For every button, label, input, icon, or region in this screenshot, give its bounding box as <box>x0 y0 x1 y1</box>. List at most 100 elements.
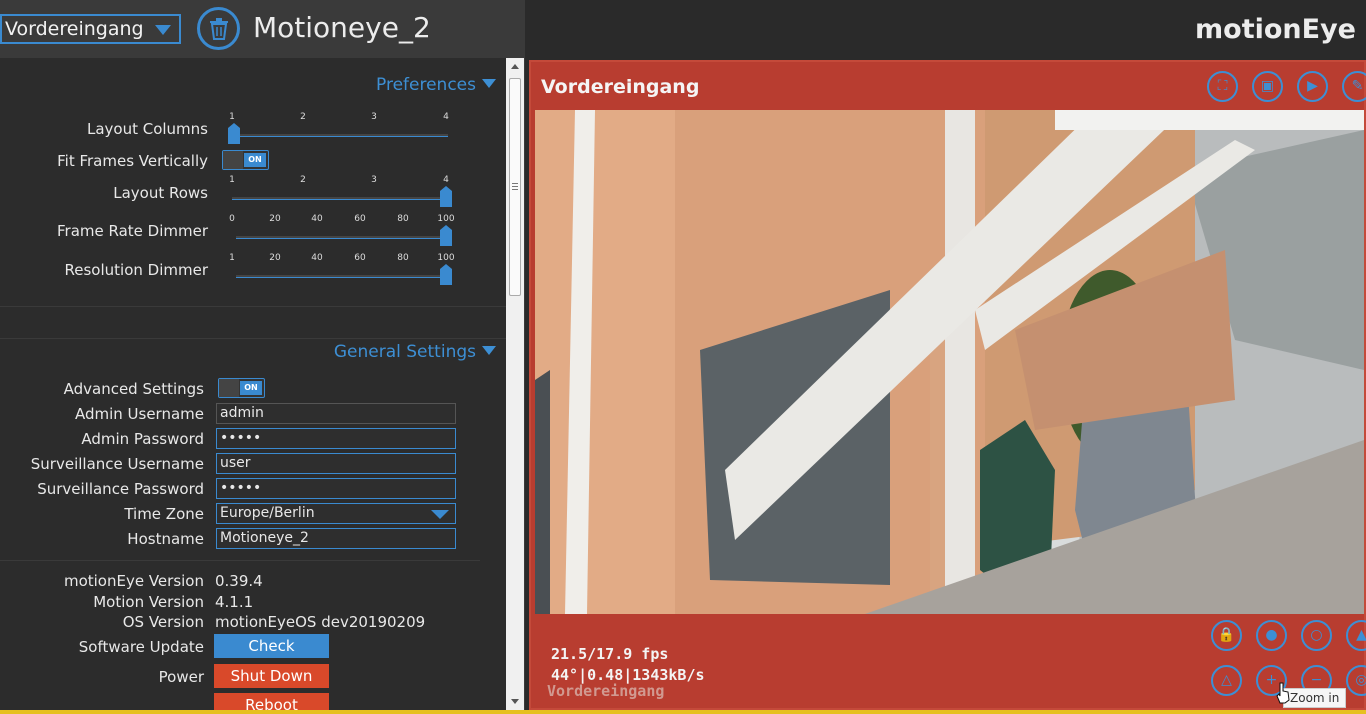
fullscreen-button[interactable]: ⛶ <box>1207 71 1238 102</box>
admin-password-input[interactable]: ••••• <box>216 428 456 449</box>
general-settings-title: General Settings <box>333 342 476 362</box>
layout-columns-slider-handle[interactable] <box>228 123 240 144</box>
motioneye-version-value: 0.39.4 <box>215 572 263 590</box>
admin-username-input[interactable]: admin <box>216 403 456 424</box>
preset-icon: ◎ <box>1355 672 1366 688</box>
surveillance-username-input[interactable]: user <box>216 453 456 474</box>
tick-label: 0 <box>229 214 235 224</box>
resolution-dimmer-label: Resolution Dimmer <box>64 261 208 279</box>
tick-label: 2 <box>300 112 306 122</box>
motioneye-app: Vordereingang Motioneye_2 Preferences La… <box>0 0 1366 714</box>
scroll-down-icon[interactable] <box>511 699 519 704</box>
camera-select-value: Vordereingang <box>5 18 144 40</box>
camera-scene <box>535 110 1364 614</box>
preferences-title: Preferences <box>376 75 476 95</box>
alarm-off-button[interactable]: △ <box>1211 665 1242 696</box>
fit-frames-vertically-toggle[interactable]: ON <box>222 150 269 170</box>
left-header: Vordereingang Motioneye_2 <box>0 0 525 58</box>
frame-rate-dimmer-slider-handle[interactable] <box>440 225 452 246</box>
section-divider <box>0 338 506 339</box>
chevron-down-icon <box>431 510 449 519</box>
layout-columns-ticks: 1 2 3 4 <box>229 112 449 124</box>
motion-version-label: Motion Version <box>93 593 204 611</box>
fps-text: 21.5/17.9 fps <box>551 645 669 663</box>
advanced-settings-toggle[interactable]: ON <box>218 378 265 398</box>
lock-icon: 🔒 <box>1217 627 1236 643</box>
frame-rate-dimmer-slider-track[interactable] <box>236 236 448 239</box>
tick-label: 1 <box>229 253 235 263</box>
light-off-icon: ○ <box>1310 627 1323 643</box>
alarm-button[interactable]: ▲ <box>1346 620 1366 651</box>
light-off-button[interactable]: ○ <box>1301 620 1332 651</box>
section-divider <box>0 560 480 561</box>
light-on-icon: ● <box>1265 627 1278 643</box>
surveillance-password-input[interactable]: ••••• <box>216 478 456 499</box>
toggle-on-label: ON <box>244 153 266 167</box>
toggle-on-label: ON <box>240 381 262 395</box>
time-zone-value: Europe/Berlin <box>220 505 315 521</box>
resolution-dimmer-slider-track[interactable] <box>236 275 448 278</box>
scroll-up-icon[interactable] <box>511 64 519 69</box>
configure-button[interactable]: ✎ <box>1342 71 1366 102</box>
time-zone-label: Time Zone <box>124 505 204 523</box>
caret-down-icon <box>482 346 496 355</box>
layout-rows-slider-handle[interactable] <box>440 186 452 207</box>
caret-down-icon <box>482 79 496 88</box>
motioneye-version-label: motionEye Version <box>63 572 204 590</box>
preset-button[interactable]: ◎ <box>1346 665 1366 696</box>
tick-label: 1 <box>229 112 235 122</box>
pictures-button[interactable]: ▣ <box>1252 71 1283 102</box>
admin-password-label: Admin Password <box>81 430 204 448</box>
grip-icon <box>512 183 518 184</box>
alarm-off-icon: △ <box>1221 672 1232 688</box>
hand-cursor-icon <box>1276 682 1290 704</box>
tick-label: 80 <box>397 253 409 263</box>
tooltip: Zoom in <box>1283 688 1347 708</box>
delete-camera-button[interactable] <box>197 7 240 50</box>
camera-select[interactable]: Vordereingang <box>0 14 181 44</box>
os-version-label: OS Version <box>122 613 204 631</box>
play-icon: ▶ <box>1307 78 1318 94</box>
section-divider <box>0 306 506 307</box>
layout-rows-ticks: 1 2 3 4 <box>229 175 449 187</box>
camera-frame-title: Vordereingang <box>541 76 700 98</box>
settings-scrollbar[interactable] <box>506 58 524 710</box>
check-update-button[interactable]: Check <box>214 634 329 658</box>
tick-label: 60 <box>354 214 366 224</box>
camera-image[interactable] <box>535 110 1364 614</box>
camera-frame: Vordereingang ⛶ ▣ ▶ ✎ 21.5/17.9 fps 44°|… <box>529 60 1366 710</box>
shutdown-button[interactable]: Shut Down <box>214 664 329 688</box>
reboot-button[interactable]: Reboot <box>214 693 329 710</box>
resolution-dimmer-slider-handle[interactable] <box>440 264 452 285</box>
camera-overlay-stats: 21.5/17.9 fps 44°|0.48|1343kB/s <box>551 644 705 686</box>
surveillance-password-label: Surveillance Password <box>37 480 204 498</box>
layout-rows-slider-track[interactable] <box>232 197 448 200</box>
preferences-section-header[interactable]: Preferences <box>376 75 496 95</box>
tick-label: 3 <box>371 112 377 122</box>
general-settings-section-header[interactable]: General Settings <box>334 342 496 362</box>
lock-button[interactable]: 🔒 <box>1211 620 1242 651</box>
surveillance-username-label: Surveillance Username <box>30 455 204 473</box>
tick-label: 100 <box>437 253 455 263</box>
tick-label: 3 <box>371 175 377 185</box>
scrollbar-thumb[interactable] <box>509 78 521 296</box>
bottom-strip <box>0 710 1366 714</box>
camera-area: motionEye Vordereingang ⛶ ▣ ▶ ✎ 21.5/17.… <box>525 0 1366 714</box>
layout-columns-slider-track[interactable] <box>232 134 448 137</box>
hostname-input[interactable]: Motioneye_2 <box>216 528 456 549</box>
hostname-label: Hostname <box>127 530 204 548</box>
settings-panel: Preferences Layout Columns 1 2 3 4 Fit F… <box>0 58 506 710</box>
time-zone-select[interactable]: Europe/Berlin <box>216 503 456 524</box>
tick-label: 4 <box>443 112 449 122</box>
light-on-button[interactable]: ● <box>1256 620 1287 651</box>
frame-rate-dimmer-ticks: 0 20 40 60 80 100 <box>229 214 454 226</box>
tick-label: 1 <box>229 175 235 185</box>
movies-button[interactable]: ▶ <box>1297 71 1328 102</box>
frame-rate-dimmer-label: Frame Rate Dimmer <box>56 222 208 240</box>
wrench-icon: ✎ <box>1351 78 1364 94</box>
power-label: Power <box>158 668 204 686</box>
tick-label: 100 <box>437 214 455 224</box>
alarm-icon: ▲ <box>1356 627 1366 643</box>
picture-icon: ▣ <box>1260 78 1275 94</box>
chevron-down-icon <box>155 25 171 35</box>
